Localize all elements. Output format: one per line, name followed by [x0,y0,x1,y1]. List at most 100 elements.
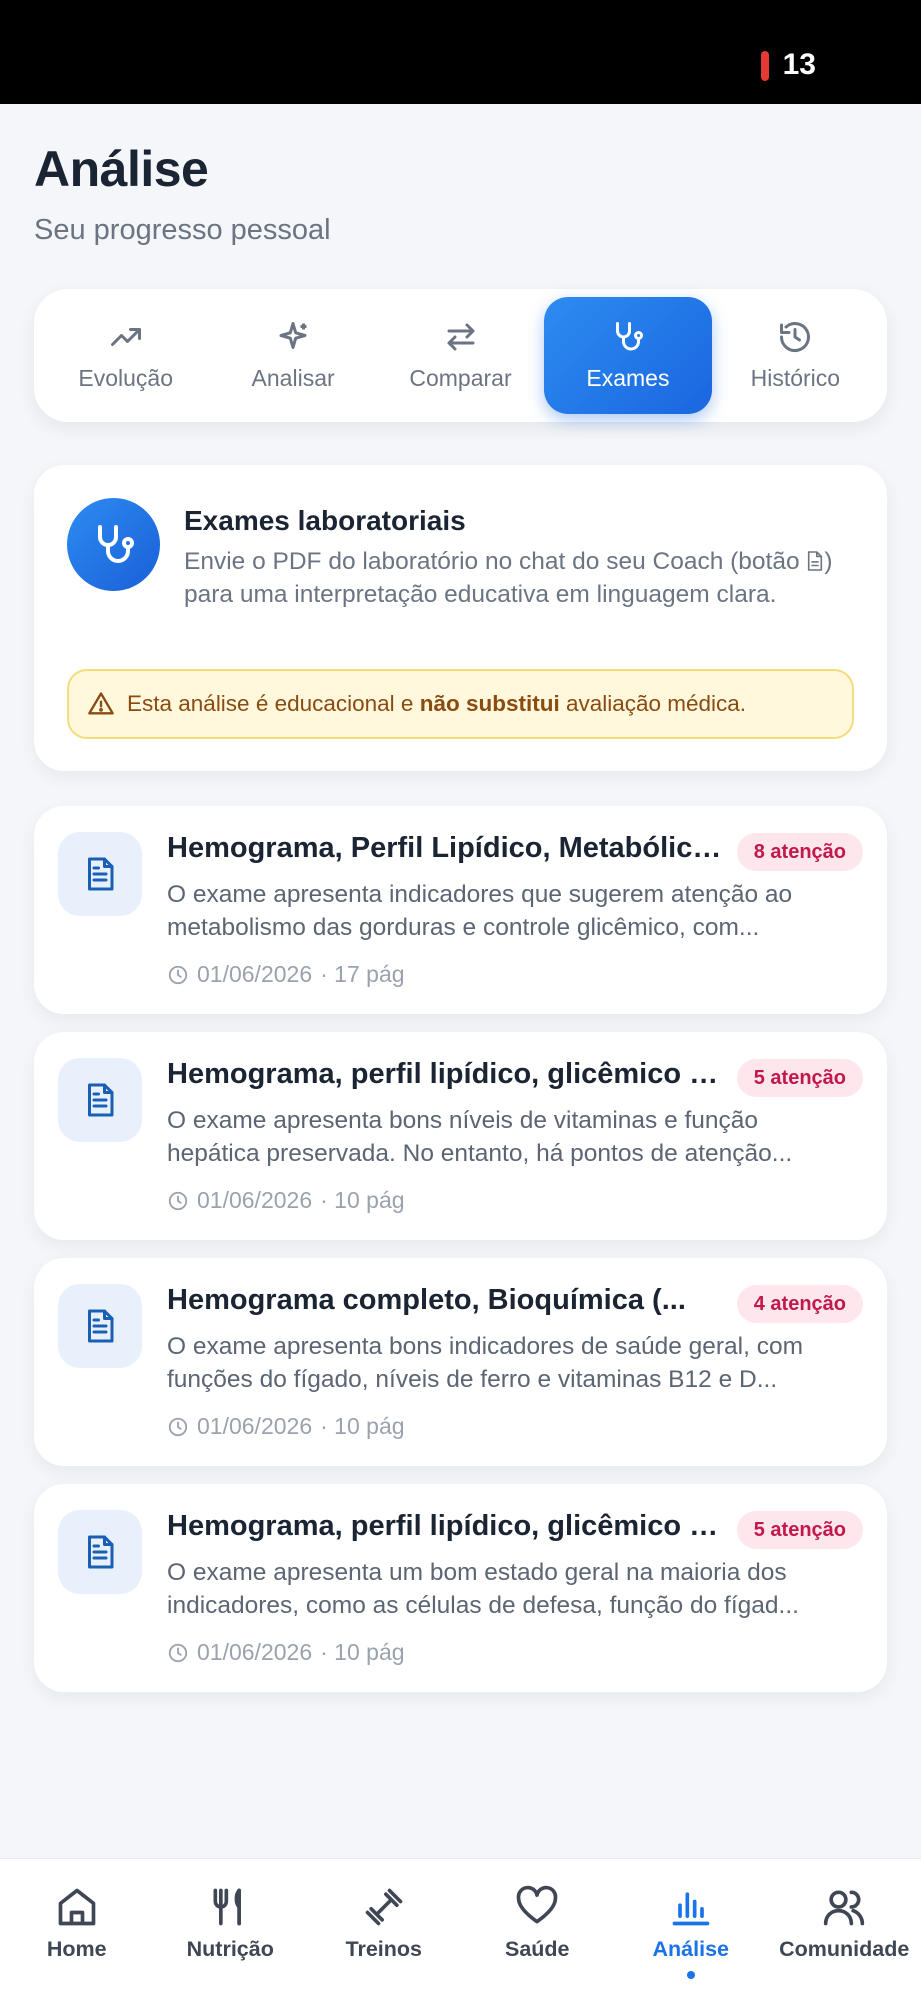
clock-icon [168,1643,188,1662]
nav-treinos[interactable]: Treinos [307,1859,461,2000]
status-time: 13 [782,48,816,81]
users-icon [824,1890,865,1926]
exam-meta: 01/06/2026 · 10 pág [167,1413,405,1440]
exam-summary: O exame apresenta bons indicadores de sa… [167,1330,867,1396]
arrows-swap-icon [447,323,475,351]
nav-label: Home [46,1937,107,1961]
clock-icon [168,1417,188,1436]
tab-label: Analisar [251,365,335,391]
clock-icon [168,965,188,984]
history-icon [780,322,811,353]
page-subtitle: Seu progresso pessoal [34,214,331,246]
utensils-icon [213,1888,242,1926]
nav-comunidade[interactable]: Comunidade [768,1859,921,2000]
tab-historico[interactable]: Histórico [712,297,879,414]
tab-exames[interactable]: Exames [544,297,712,414]
exam-file-badge [58,832,142,916]
disclaimer-text: Esta análise é educacional e não substit… [127,691,746,717]
exam-summary-line: funções do fígado, níveis de ferro e vit… [167,1366,778,1393]
page-header: Análise Seu progresso pessoal [34,140,331,247]
exam-summary-line: metabolismo das gorduras e controle glic… [167,914,760,941]
nav-home[interactable]: Home [0,1859,154,2000]
home-icon [58,1888,96,1926]
stethoscope-icon [615,322,643,351]
exam-date: 01/06/2026 [197,1413,313,1439]
tab-label: Evolução [78,365,174,391]
tab-label: Histórico [750,365,841,391]
tab-analisar[interactable]: Analisar [209,297,376,414]
analysis-tabs: Evolução Analisar Comparar Exames Histór… [34,289,887,422]
trend-up-icon [110,328,141,346]
attention-badge: 5 atenção [736,1511,863,1549]
exam-pages: · 10 pág [320,1413,405,1439]
exam-card[interactable]: Hemograma, Perfil Lipídico, Metabólico e… [34,806,887,1014]
tab-label: Comparar [409,365,512,391]
exam-meta: 01/06/2026 · 17 pág [167,961,405,988]
exam-meta: 01/06/2026 · 10 pág [167,1639,405,1666]
file-text-icon [88,1309,114,1343]
file-text-icon [88,1535,114,1569]
clock-icon [168,1191,188,1210]
nav-label: Comunidade [779,1937,910,1961]
info-body: Envie o PDF do laboratório no chat do se… [184,545,864,611]
medical-disclaimer: Esta análise é educacional e não substit… [67,669,854,739]
exam-card[interactable]: Hemograma, perfil lipídico, glicêmico e … [34,1484,887,1692]
document-icon [808,551,823,571]
nav-analise[interactable]: Análise [614,1859,768,2000]
exam-summary-line: O exame apresenta indicadores que sugere… [167,881,793,908]
tab-evolucao[interactable]: Evolução [42,297,209,414]
exam-card[interactable]: Hemograma completo, Bioquímica (... 4 at… [34,1258,887,1466]
disclaimer-emphasis: não substitui [419,691,560,716]
exam-date: 01/06/2026 [197,961,313,987]
attention-badge: 4 atenção [736,1285,863,1323]
bar-chart-icon [672,1892,710,1926]
exam-summary-line: hepática preservada. No entanto, há pont… [167,1140,793,1167]
lab-exams-info-card: Exames laboratoriais Envie o PDF do labo… [34,465,887,771]
nav-nutricao[interactable]: Nutrição [154,1859,308,2000]
exam-pages: · 10 pág [320,1187,405,1213]
tab-label: Exames [586,365,670,391]
stethoscope-icon [97,524,134,563]
nav-saude[interactable]: Saúde [461,1859,615,2000]
exam-pages: · 10 pág [320,1639,405,1665]
disclaimer-text-part: Esta análise é educacional e [127,691,420,716]
exam-meta: 01/06/2026 · 10 pág [167,1187,405,1214]
attention-badge: 5 atenção [736,1059,863,1097]
exam-card[interactable]: Hemograma, perfil lipídico, glicêmico e … [34,1032,887,1240]
nav-label: Nutrição [186,1937,274,1961]
exam-file-badge [58,1058,142,1142]
exam-summary: O exame apresenta indicadores que sugere… [167,878,867,944]
exam-title: Hemograma, Perfil Lipídico, Metabólico e… [167,832,727,864]
file-text-icon [88,857,114,891]
exam-summary: O exame apresenta bons níveis de vitamin… [167,1104,867,1170]
exam-pages: · 17 pág [320,961,405,987]
active-indicator-dot [686,1971,695,1979]
exam-title: Hemograma, perfil lipídico, glicêmico e … [167,1058,727,1090]
recording-indicator [761,51,769,81]
exam-date: 01/06/2026 [197,1187,313,1213]
exam-summary-line: O exame apresenta um bom estado geral na… [167,1559,787,1586]
disclaimer-text-part: avaliação médica. [559,691,747,716]
nav-label: Treinos [345,1937,422,1961]
nav-label: Saúde [504,1937,570,1961]
nav-label: Análise [652,1937,729,1961]
info-body-text: Envie o PDF do laboratório no chat do se… [184,548,807,575]
status-bar: 13 [0,0,921,104]
exam-summary-line: indicadores, como as células de defesa, … [167,1592,799,1619]
bottom-nav: Home Nutrição Treinos Saúde Análise Comu… [0,1858,921,2000]
warning-icon [88,692,114,715]
exam-summary-line: O exame apresenta bons níveis de vitamin… [167,1107,759,1134]
exam-file-badge [58,1284,142,1368]
dumbbell-icon [365,1888,403,1926]
heart-icon [516,1885,558,1924]
exam-date: 01/06/2026 [197,1639,313,1665]
exam-summary: O exame apresenta um bom estado geral na… [167,1556,867,1622]
tab-comparar[interactable]: Comparar [377,297,544,414]
exam-file-badge [58,1510,142,1594]
stethoscope-badge [67,498,160,591]
exam-title: Hemograma completo, Bioquímica (... [167,1284,686,1316]
exam-title: Hemograma, perfil lipídico, glicêmico e … [167,1510,727,1542]
page-title: Análise [34,141,209,197]
exam-summary-line: O exame apresenta bons indicadores de sa… [167,1333,804,1360]
attention-badge: 8 atenção [736,833,863,871]
